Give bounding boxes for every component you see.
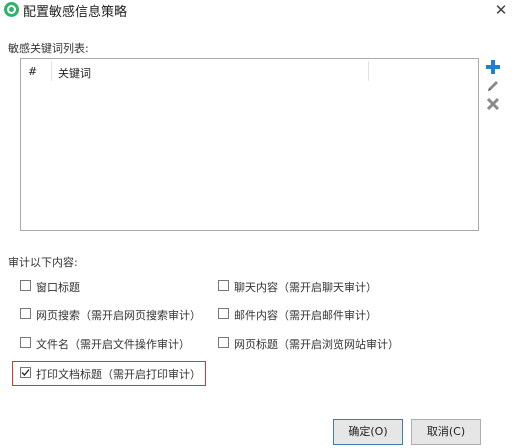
delete-keyword-button[interactable]: [486, 97, 500, 111]
option-label: 窗口标题: [36, 281, 80, 294]
option-label: 打印文档标题（需开启打印审计）: [36, 368, 201, 381]
edit-keyword-button[interactable]: [486, 79, 500, 93]
audit-content-label: 审计以下内容:: [8, 256, 78, 269]
pencil-icon: [488, 81, 498, 91]
column-header-number[interactable]: #: [28, 65, 37, 78]
ok-button[interactable]: 确定(O): [333, 419, 403, 445]
option-label: 网页标题（需开启浏览网站审计）: [234, 338, 399, 351]
title-bar: 配置敏感信息策略 ✕: [0, 0, 519, 22]
checkbox[interactable]: [20, 308, 31, 319]
checkbox[interactable]: [218, 280, 229, 291]
close-button[interactable]: ✕: [491, 0, 511, 20]
checkbox[interactable]: [218, 337, 229, 348]
option-label: 邮件内容（需开启邮件审计）: [234, 309, 377, 322]
checkbox[interactable]: [20, 280, 31, 291]
option-label: 文件名（需开启文件操作审计）: [36, 338, 190, 351]
cancel-button[interactable]: 取消(C): [411, 419, 481, 445]
list-header: # 关键词: [21, 59, 478, 83]
checkmark-icon: [21, 369, 30, 376]
app-logo-icon: [4, 2, 19, 17]
option-label: 网页搜索（需开启网页搜索审计）: [36, 309, 201, 322]
plus-icon: [486, 60, 500, 74]
column-header-keyword[interactable]: 关键词: [58, 65, 91, 81]
column-divider: [368, 61, 369, 81]
keyword-list[interactable]: # 关键词: [20, 58, 479, 231]
checkbox[interactable]: [218, 308, 229, 319]
checkbox-checked[interactable]: [20, 367, 31, 378]
option-label: 聊天内容（需开启聊天审计）: [234, 281, 377, 294]
checkbox[interactable]: [20, 337, 31, 348]
keyword-list-label: 敏感关键词列表:: [8, 42, 89, 55]
window-title: 配置敏感信息策略: [23, 5, 128, 20]
add-keyword-button[interactable]: [486, 60, 500, 74]
column-divider: [51, 61, 52, 81]
x-icon: [486, 97, 500, 111]
